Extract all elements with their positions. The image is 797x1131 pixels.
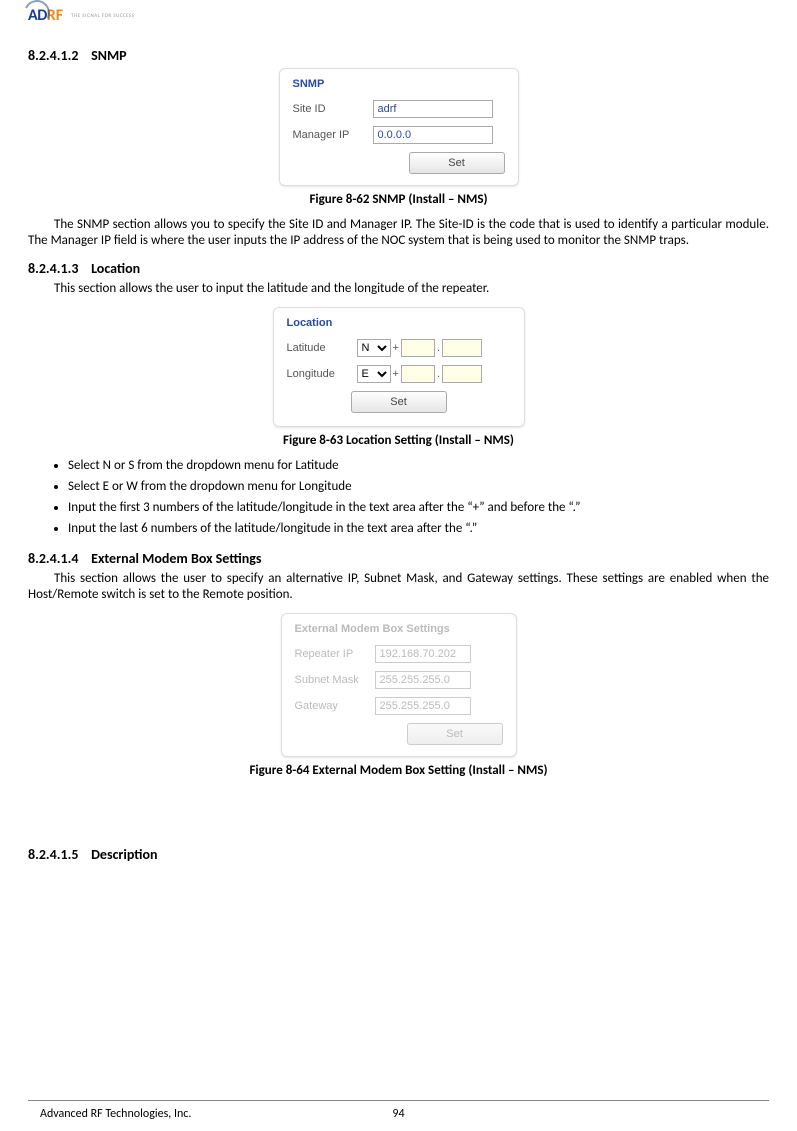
longitude-label: Longitude: [287, 368, 357, 380]
dot-sep: .: [437, 342, 440, 354]
modem-panel: External Modem Box Settings Repeater IP …: [281, 613, 517, 757]
logo-tagline: THE SIGNAL FOR SUCCESS: [71, 13, 134, 19]
repeater-ip-label: Repeater IP: [295, 648, 375, 660]
plus-sign: +: [393, 368, 399, 380]
location-panel: Location Latitude N + . Longitude E + . …: [273, 307, 525, 427]
snmp-body: The SNMP section allows you to specify t…: [28, 217, 769, 250]
footer-company: Advanced RF Technologies, Inc.: [40, 1107, 191, 1121]
page-number: 94: [392, 1107, 404, 1121]
latitude-dir-select[interactable]: N: [357, 339, 391, 357]
list-item: Input the last 6 numbers of the latitude…: [68, 521, 769, 536]
snmp-set-button[interactable]: Set: [409, 152, 505, 174]
longitude-min-input[interactable]: [442, 365, 482, 383]
location-set-button[interactable]: Set: [351, 391, 447, 413]
repeater-ip-input[interactable]: [375, 645, 471, 663]
subnet-mask-label: Subnet Mask: [295, 674, 375, 686]
heading-location: 8.2.4.1.3 Location: [28, 260, 769, 277]
snmp-panel-title: SNMP: [293, 78, 505, 90]
latitude-deg-input[interactable]: [401, 339, 435, 357]
gateway-label: Gateway: [295, 700, 375, 712]
longitude-deg-input[interactable]: [401, 365, 435, 383]
heading-snmp: 8.2.4.1.2 SNMP: [28, 47, 769, 64]
heading-description: 8.2.4.1.5 Description: [28, 846, 769, 863]
snmp-panel: SNMP Site ID Manager IP Set: [279, 68, 519, 186]
modem-figcaption: Figure 8-64 External Modem Box Setting (…: [28, 763, 769, 778]
snmp-figcaption: Figure 8-62 SNMP (Install – NMS): [28, 192, 769, 207]
subnet-mask-input[interactable]: [375, 671, 471, 689]
logo: ADRF THE SIGNAL FOR SUCCESS: [28, 6, 769, 25]
location-intro: This section allows the user to input th…: [28, 281, 769, 297]
modem-panel-title: External Modem Box Settings: [295, 623, 503, 635]
site-id-input[interactable]: [373, 100, 493, 118]
manager-ip-label: Manager IP: [293, 129, 373, 141]
location-figcaption: Figure 8-63 Location Setting (Install – …: [28, 433, 769, 448]
plus-sign: +: [393, 342, 399, 354]
manager-ip-input[interactable]: [373, 126, 493, 144]
site-id-label: Site ID: [293, 103, 373, 115]
footer-rule: [28, 1100, 769, 1101]
page-footer: Advanced RF Technologies, Inc. 94: [40, 1107, 757, 1121]
latitude-label: Latitude: [287, 342, 357, 354]
location-bullets: Select N or S from the dropdown menu for…: [28, 458, 769, 536]
modem-intro: This section allows the user to specify …: [28, 571, 769, 604]
list-item: Select E or W from the dropdown menu for…: [68, 479, 769, 494]
gateway-input[interactable]: [375, 697, 471, 715]
modem-set-button[interactable]: Set: [407, 723, 503, 745]
list-item: Input the first 3 numbers of the latitud…: [68, 500, 769, 515]
latitude-min-input[interactable]: [442, 339, 482, 357]
longitude-dir-select[interactable]: E: [357, 365, 391, 383]
dot-sep: .: [437, 368, 440, 380]
heading-modem: 8.2.4.1.4 External Modem Box Settings: [28, 550, 769, 567]
logo-mark: ADRF: [28, 6, 63, 25]
list-item: Select N or S from the dropdown menu for…: [68, 458, 769, 473]
location-panel-title: Location: [287, 317, 511, 329]
